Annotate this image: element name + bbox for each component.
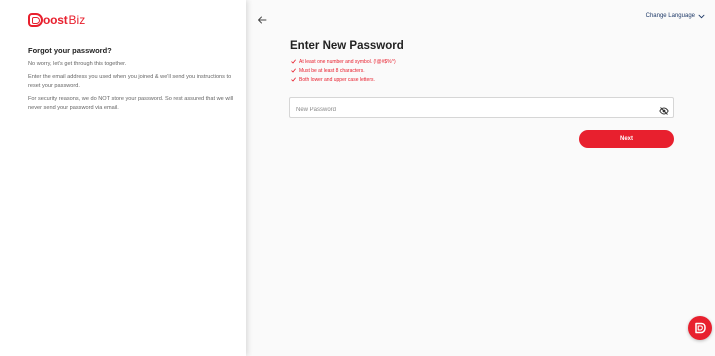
- form-panel: [246, 0, 715, 356]
- help-text-3: For security reasons, we do NOT store yo…: [28, 96, 234, 111]
- help-text-2: Enter the email address you used when yo…: [28, 74, 232, 89]
- next-button[interactable]: Next: [579, 130, 674, 148]
- check-icon: [291, 59, 296, 64]
- chevron-down-icon: [698, 14, 705, 18]
- rule-item: Must be at least 8 characters.: [291, 66, 396, 75]
- rule-item: At least one number and symbol. (!@#$%^): [291, 57, 396, 66]
- boostbiz-logo: oost Biz: [28, 12, 85, 28]
- chat-button[interactable]: [688, 316, 712, 340]
- change-language-label: Change Language: [645, 13, 695, 19]
- arrow-left-icon: [258, 16, 267, 24]
- new-password-field: [289, 97, 674, 120]
- chat-icon: [695, 322, 706, 334]
- rule-text: Must be at least 8 characters.: [299, 67, 365, 74]
- password-rules: At least one number and symbol. (!@#$%^)…: [291, 57, 396, 84]
- new-password-input[interactable]: [290, 100, 650, 120]
- rule-text: At least one number and symbol. (!@#$%^): [299, 58, 396, 65]
- change-language-button[interactable]: Change Language: [646, 13, 705, 19]
- logo-text-part1: oost: [43, 13, 68, 27]
- form-title: Enter New Password: [290, 40, 404, 52]
- rule-item: Both lower and upper case letters.: [291, 75, 396, 84]
- check-icon: [291, 77, 296, 82]
- help-text-1: No worry, let's get through this togethe…: [28, 61, 127, 67]
- rule-text: Both lower and upper case letters.: [299, 76, 375, 83]
- logo-icon: [28, 13, 43, 27]
- eye-off-icon[interactable]: [659, 103, 669, 115]
- logo-text-part2: Biz: [68, 13, 86, 27]
- info-panel: oost Biz Forgot your password? No worry,…: [0, 0, 246, 356]
- back-button[interactable]: [257, 12, 267, 24]
- help-title: Forgot your password?: [28, 46, 112, 55]
- check-icon: [291, 68, 296, 73]
